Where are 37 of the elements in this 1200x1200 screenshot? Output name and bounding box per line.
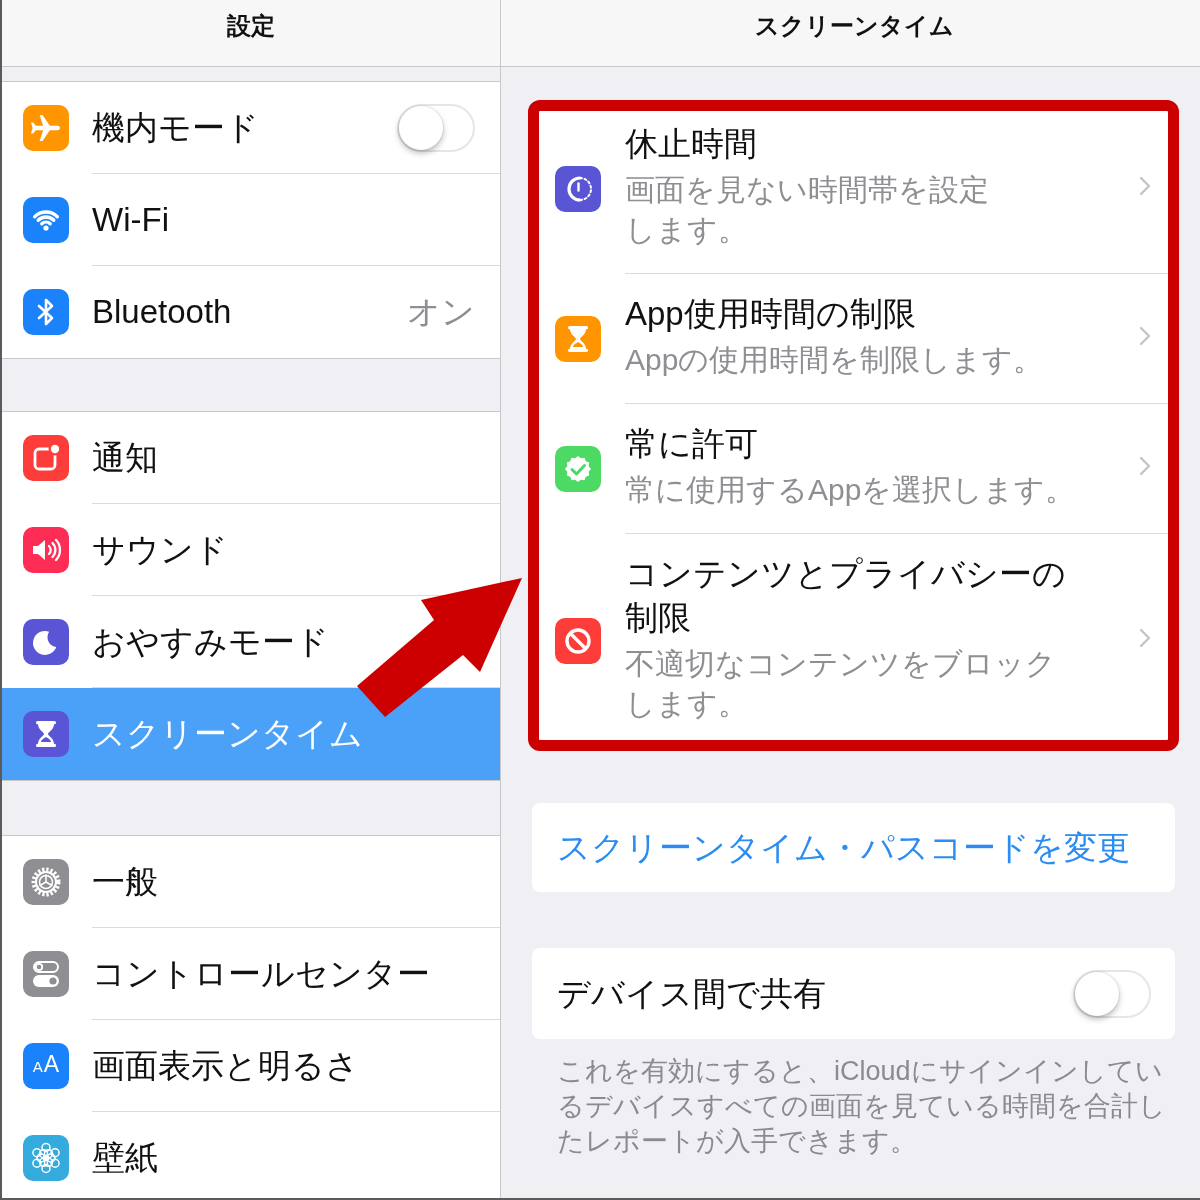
speaker-icon [23, 527, 69, 573]
bluetooth-icon [23, 289, 69, 335]
gear-icon [23, 859, 69, 905]
feature-description: 常に使用するAppを選択します。 [625, 472, 1077, 508]
no-entry-icon [555, 617, 601, 664]
nav-title: 設定 [227, 11, 275, 41]
hourglass-icon [555, 316, 601, 362]
toggle-switch[interactable] [1073, 969, 1151, 1018]
nav-title: スクリーンタイム [754, 11, 954, 41]
text-size-icon: AA [23, 1043, 69, 1089]
feature-item[interactable]: App使用時間の制限 Appの使用時間を制限します。 [532, 274, 1175, 404]
status-value: オン [407, 292, 475, 332]
check-badge-icon [555, 446, 601, 492]
hourglass-icon [23, 711, 69, 757]
chevron-icon [1139, 326, 1151, 346]
feature-title: 休止時間 [625, 124, 758, 164]
share-label: デバイス間で共有 [557, 973, 826, 1014]
chevron-icon [1139, 456, 1151, 476]
feature-title: コンテンツとプライバシーの制限 [625, 554, 1067, 638]
feature-title: 常に許可 [625, 424, 759, 464]
airplane-icon [23, 105, 69, 151]
feature-title: App使用時間の制限 [625, 294, 917, 334]
feature-item[interactable]: コンテンツとプライバシーの制限 不適切なコンテンツをブロックします。 [532, 534, 1175, 747]
notification-icon [23, 435, 69, 481]
feature-description: Appの使用時間を制限します。 [625, 342, 1045, 378]
chevron-icon [1139, 176, 1151, 196]
chevron-icon [1139, 628, 1151, 648]
feature-description: 画面を見ない時間帯を設定します。 [625, 172, 990, 248]
moon-icon [23, 619, 69, 665]
footer-note: これを有効にすると、iCloudにサインインしているデバイスすべての画面を見ている時間を合計したレポートが入手できます。 [556, 1055, 1167, 1158]
feature-item[interactable]: 常に許可 常に使用するAppを選択します。 [532, 404, 1175, 534]
feature-item[interactable]: 休止時間 画面を見ない時間帯を設定します。 [532, 104, 1175, 274]
flower-icon [23, 1135, 69, 1181]
feature-description: 不適切なコンテンツをブロックします。 [625, 646, 1057, 722]
toggle-switches-icon [23, 951, 69, 997]
toggle-switch[interactable] [397, 103, 475, 152]
wifi-icon [23, 197, 69, 243]
